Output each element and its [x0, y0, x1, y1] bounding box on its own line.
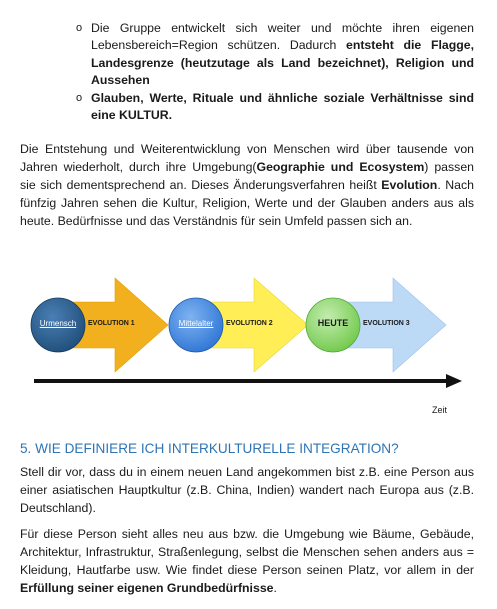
p1-evolution: Evolution	[381, 178, 438, 192]
bullet-list: o Die Gruppe entwickelt sich weiter und …	[76, 20, 474, 124]
bullet-marker: o	[76, 22, 83, 34]
stage-3-circle-label: HEUTE	[317, 318, 349, 328]
bullet-item-2: o Glauben, Werte, Rituale und ähnliche s…	[76, 90, 474, 125]
stage-2-circle-label: Mittelalter	[178, 319, 214, 328]
bullet-item-1: o Die Gruppe entwickelt sich weiter und …	[76, 20, 474, 90]
document-page: o Die Gruppe entwickelt sich weiter und …	[0, 0, 497, 609]
stage-2-evolution-label: EVOLUTION 2	[226, 320, 273, 327]
paragraph-evolution: Die Entstehung und Weiterentwicklung von…	[20, 140, 474, 230]
stage-1-circle-label: Urmensch	[39, 319, 77, 328]
bullet-marker: o	[76, 91, 83, 104]
p3-bold: Erfüllung seiner eigenen Grundbedürfniss…	[20, 581, 274, 595]
section-heading: 5. WIE DEFINIERE ICH INTERKULTURELLE INT…	[20, 441, 399, 456]
time-axis-label: Zeit	[432, 405, 448, 415]
paragraph-newcomer: Für diese Person sieht alles neu aus bzw…	[20, 525, 474, 597]
p3-text-b: .	[273, 581, 277, 595]
p3-text-a: Für diese Person sieht alles neu aus bzw…	[20, 527, 474, 577]
evolution-diagram-svg	[30, 277, 462, 388]
paragraph-scenario: Stell dir vor, dass du in einem neuen La…	[20, 465, 474, 515]
stage-1-evolution-label: EVOLUTION 1	[88, 320, 135, 327]
time-axis-arrowhead	[446, 374, 462, 388]
bullet-2-text-bold: Glauben, Werte, Rituale und ähnliche soz…	[91, 90, 474, 123]
stage-3-evolution-label: EVOLUTION 3	[363, 320, 410, 327]
p1-geography: Geographie und Ecosystem	[256, 160, 425, 174]
evolution-diagram: Urmensch EVOLUTION 1 Mittelalter EVOLUTI…	[0, 260, 497, 420]
